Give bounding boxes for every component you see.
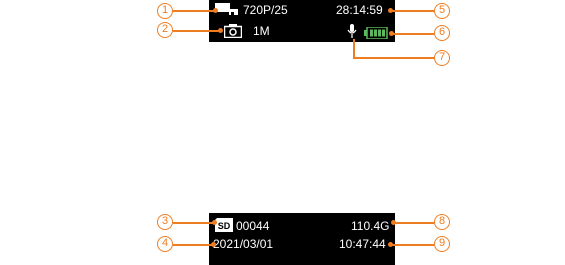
callout-7-leader-vertical bbox=[353, 39, 355, 58]
callout-8-leader bbox=[393, 222, 434, 224]
callout-5: 5 bbox=[434, 3, 450, 19]
callout-9: 9 bbox=[434, 236, 450, 252]
callout-2: 2 bbox=[157, 22, 173, 38]
time-display: 10:47:44 bbox=[339, 237, 386, 251]
remaining-storage: 110.4G bbox=[351, 219, 390, 233]
battery-icon bbox=[364, 27, 388, 39]
callout-7: 7 bbox=[434, 50, 450, 66]
top-status-bar: 720P/25 28:14:59 1M bbox=[209, 0, 395, 42]
callout-4-leader bbox=[173, 244, 214, 246]
camera-screen: 720P/25 28:14:59 1M SD 00044 110.4G 2021… bbox=[209, 0, 395, 265]
camera-icon bbox=[224, 24, 242, 38]
date-display: 2021/03/01 bbox=[213, 237, 274, 251]
callout-7-leader-horizontal bbox=[353, 57, 434, 59]
callout-3: 3 bbox=[157, 214, 173, 230]
callout-2-leader bbox=[173, 30, 220, 32]
callout-6-dot bbox=[389, 31, 394, 36]
video-resolution: 720P/25 bbox=[243, 3, 288, 17]
microphone-icon bbox=[347, 24, 357, 38]
callout-1: 1 bbox=[157, 3, 173, 19]
callout-2-dot bbox=[218, 28, 223, 33]
bottom-status-bar: SD 00044 110.4G 2021/03/01 10:47:44 bbox=[209, 213, 395, 265]
callout-5-dot bbox=[388, 8, 393, 13]
callout-9-dot bbox=[388, 242, 393, 247]
callout-8-dot bbox=[391, 220, 396, 225]
photo-resolution: 1M bbox=[253, 24, 270, 38]
callout-8: 8 bbox=[434, 214, 450, 230]
sd-card-label: SD bbox=[218, 221, 231, 231]
callout-9-leader bbox=[390, 244, 434, 246]
callout-6-leader bbox=[391, 33, 434, 35]
recording-time: 28:14:59 bbox=[336, 3, 383, 17]
sd-card-icon: SD bbox=[215, 218, 233, 232]
callout-1-dot bbox=[213, 8, 218, 13]
callout-4: 4 bbox=[157, 236, 173, 252]
callout-3-leader bbox=[173, 222, 214, 224]
callout-5-leader bbox=[390, 10, 434, 12]
callout-4-dot bbox=[211, 242, 216, 247]
file-count: 00044 bbox=[236, 219, 270, 233]
callout-6: 6 bbox=[434, 25, 450, 41]
video-camera-icon bbox=[215, 3, 238, 15]
callout-1-leader bbox=[173, 10, 215, 12]
callout-3-dot bbox=[212, 220, 217, 225]
